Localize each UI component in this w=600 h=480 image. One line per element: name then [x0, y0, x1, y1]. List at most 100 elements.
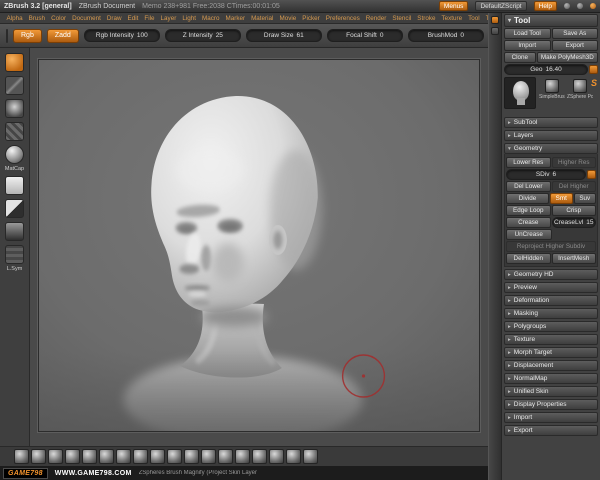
shelf-options-icon[interactable] [6, 29, 8, 43]
subtool-section-header[interactable]: SubTool [504, 117, 598, 128]
menu-item[interactable]: Macro [199, 15, 222, 22]
menu-item[interactable]: Light [180, 15, 199, 22]
menu-item[interactable]: Stencil [390, 15, 414, 22]
tool-thumbnail[interactable] [235, 449, 250, 464]
help-button[interactable]: Help [534, 1, 557, 11]
sdiv-max-icon[interactable] [587, 170, 596, 179]
crisp-toggle-button[interactable]: Crisp [552, 205, 597, 216]
tool-thumbnail[interactable] [133, 449, 148, 464]
menu-item[interactable]: Brush [26, 15, 47, 22]
panel-close-icon[interactable] [491, 27, 499, 35]
shelf-slider[interactable]: Rgb Intensity 100 [84, 29, 160, 42]
tool-section-header[interactable]: Unified Skin [504, 386, 598, 397]
menu-item[interactable]: Document [70, 15, 104, 22]
tool-section-header[interactable]: Display Properties [504, 399, 598, 410]
tool-thumbnail[interactable] [31, 449, 46, 464]
tool-thumbnail[interactable] [167, 449, 182, 464]
tool-section-header[interactable]: Morph Target [504, 347, 598, 358]
stroke-picker-icon[interactable] [5, 76, 24, 95]
save-as-button[interactable]: Save As [552, 28, 599, 39]
menu-item[interactable]: Stroke [415, 15, 438, 22]
tool-section-header[interactable]: Export [504, 425, 598, 436]
lower-res-button[interactable]: Lower Res [506, 157, 551, 168]
memory-slider[interactable]: Geo 16.40 [504, 64, 588, 75]
quick-pick-item[interactable]: SimpleBrush [539, 77, 565, 115]
clone-button[interactable]: Clone [504, 52, 536, 63]
crease-button[interactable]: Crease [506, 217, 551, 228]
layers-section-header[interactable]: Layers [504, 130, 598, 141]
shelf-slider[interactable]: Focal Shift 0 [327, 29, 403, 42]
tool-thumbnail[interactable] [252, 449, 267, 464]
gradient-color-icon[interactable] [5, 222, 24, 241]
tool-section-header[interactable]: Polygroups [504, 321, 598, 332]
menu-item[interactable]: Tool [466, 15, 483, 22]
transparency-icon[interactable] [5, 245, 24, 264]
menu-item[interactable]: Edit [125, 15, 141, 22]
default-zscript-button[interactable]: DefaultZScript [475, 1, 526, 11]
tool-section-header[interactable]: Preview [504, 282, 598, 293]
memory-slider-icon[interactable] [589, 65, 598, 74]
menu-item[interactable]: File [142, 15, 157, 22]
tool-thumbnail[interactable] [65, 449, 80, 464]
reproject-higher-subdiv-button[interactable]: Reproject Higher Subdiv [506, 241, 596, 252]
export-button[interactable]: Export [552, 40, 599, 51]
insert-mesh-button[interactable]: InsertMesh [552, 253, 597, 264]
rgb-toggle-button[interactable]: Rgb [13, 29, 42, 43]
quick-pick-item[interactable]: ZSphere PolyMes [567, 77, 593, 115]
tool-thumbnail[interactable] [48, 449, 63, 464]
menu-item[interactable]: Material [249, 15, 276, 22]
tool-section-header[interactable]: Masking [504, 308, 598, 319]
edge-loop-button[interactable]: Edge Loop [506, 205, 551, 216]
alpha-picker-icon[interactable] [5, 99, 24, 118]
tool-thumbnail[interactable] [286, 449, 301, 464]
tool-thumbnail[interactable] [14, 449, 29, 464]
del-lower-button[interactable]: Del Lower [506, 181, 551, 192]
tool-thumbnail[interactable] [201, 449, 216, 464]
divide-button[interactable]: Divide [506, 193, 549, 204]
tool-thumbnail[interactable] [82, 449, 97, 464]
uncrease-button[interactable]: UnCrease [506, 229, 552, 240]
menu-item[interactable]: Layer [158, 15, 179, 22]
menu-item[interactable]: Picker [300, 15, 323, 22]
tool-thumbnail[interactable] [184, 449, 199, 464]
sculpt-canvas[interactable] [38, 59, 480, 432]
shelf-slider[interactable]: Draw Size 61 [246, 29, 322, 42]
suv-toggle-button[interactable]: Suv [574, 193, 597, 204]
menu-item[interactable]: Marker [223, 15, 248, 22]
tool-thumbnail[interactable] [218, 449, 233, 464]
higher-res-button[interactable]: Higher Res [552, 157, 597, 168]
menu-item[interactable]: Texture [439, 15, 465, 22]
minimize-button[interactable] [564, 3, 570, 9]
shelf-slider[interactable]: Z Intensity 25 [165, 29, 241, 42]
restore-button[interactable] [577, 3, 583, 9]
menu-item[interactable]: Color [49, 15, 69, 22]
tool-thumbnail[interactable] [303, 449, 318, 464]
close-button[interactable] [590, 3, 596, 9]
tool-thumbnail[interactable] [150, 449, 165, 464]
tool-thumbnail[interactable] [116, 449, 131, 464]
menu-item[interactable]: Movie [277, 15, 299, 22]
smt-toggle-button[interactable]: Smt [550, 193, 573, 204]
tool-palette-header[interactable]: Tool [504, 14, 598, 27]
menu-item[interactable]: Draw [104, 15, 124, 22]
menu-item[interactable]: Preferences [323, 15, 362, 22]
shelf-slider[interactable]: BrushMod 0 [408, 29, 484, 42]
active-tool-thumbnail[interactable] [504, 77, 536, 109]
geometry-section-header[interactable]: Geometry [504, 143, 598, 154]
color-picker-icon[interactable] [5, 176, 24, 195]
menus-button[interactable]: Menus [439, 1, 469, 11]
load-tool-button[interactable]: Load Tool [504, 28, 551, 39]
del-higher-button[interactable]: Del Higher [552, 181, 597, 192]
tool-section-header[interactable]: NormalMap [504, 373, 598, 384]
tool-section-header[interactable]: Deformation [504, 295, 598, 306]
material-picker-icon[interactable] [5, 145, 24, 164]
menu-item[interactable]: Render [363, 15, 389, 22]
crease-lvl-slider[interactable]: CreaseLvl 15 [552, 217, 597, 228]
menu-item[interactable]: Alpha [4, 15, 25, 22]
panel-open-icon[interactable] [491, 16, 499, 24]
tool-section-header[interactable]: Displacement [504, 360, 598, 371]
brush-picker-icon[interactable] [5, 53, 24, 72]
tool-section-header[interactable]: Import [504, 412, 598, 423]
tool-thumbnail[interactable] [269, 449, 284, 464]
tool-thumbnail[interactable] [99, 449, 114, 464]
